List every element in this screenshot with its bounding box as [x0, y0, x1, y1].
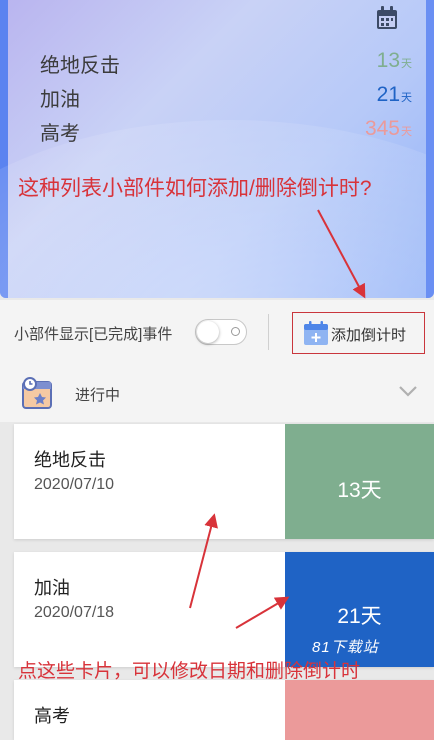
- alarm-calendar-icon: [22, 377, 52, 409]
- section-header-in-progress[interactable]: 进行中: [0, 364, 434, 422]
- card-event-date: 2020/07/10: [34, 476, 115, 493]
- widget-event-days: 13天: [376, 49, 412, 72]
- card-event-date: 2020/07/18: [34, 604, 115, 621]
- card-days-block: [285, 680, 434, 740]
- section-title: 进行中: [75, 387, 121, 404]
- annotation-question: 这种列表小部件如何添加/删除倒计时?: [18, 177, 372, 200]
- widget-event-name: 加油: [40, 89, 80, 111]
- annotation-hint: 点这些卡片，可以修改日期和删除倒计时: [18, 661, 361, 682]
- chevron-down-icon[interactable]: [398, 384, 418, 398]
- add-countdown-button[interactable]: 添加倒计时: [292, 312, 425, 354]
- toggle-off-indicator: [231, 327, 240, 336]
- widget-row: 加油 21天: [40, 83, 412, 113]
- widget-event-days: 21天: [376, 83, 412, 106]
- add-countdown-label: 添加倒计时: [331, 327, 407, 344]
- widget-preview: 绝地反击 13天 加油 21天 高考 345天 这种列表小部件如何添加/删除倒计…: [0, 0, 434, 298]
- card-event-name: 绝地反击: [34, 450, 106, 470]
- show-completed-label: 小部件显示[已完成]事件: [14, 326, 173, 343]
- divider: [268, 314, 269, 350]
- card-days-remaining: 13天: [337, 479, 382, 502]
- watermark: 81下载站: [312, 639, 379, 656]
- widget-row: 高考 345天: [40, 117, 412, 147]
- widget-event-days: 345天: [364, 117, 412, 140]
- widget-settings-bar: 小部件显示[已完成]事件 添加倒计时: [0, 300, 434, 364]
- card-event-name: 加油: [34, 578, 70, 598]
- calendar-add-icon: [304, 321, 328, 345]
- card-days-block: 13天: [285, 424, 434, 539]
- calendar-icon: [377, 6, 397, 29]
- widget-row: 绝地反击 13天: [40, 49, 412, 79]
- card-event-name: 高考: [34, 706, 70, 726]
- widget-event-name: 绝地反击: [40, 55, 120, 77]
- card-days-remaining: 21天: [337, 605, 382, 628]
- widget-event-name: 高考: [40, 123, 80, 145]
- countdown-card[interactable]: 高考: [14, 680, 434, 740]
- toggle-knob: [197, 321, 219, 343]
- countdown-card[interactable]: 绝地反击 2020/07/10 13天: [14, 424, 434, 539]
- show-completed-toggle[interactable]: [195, 319, 247, 345]
